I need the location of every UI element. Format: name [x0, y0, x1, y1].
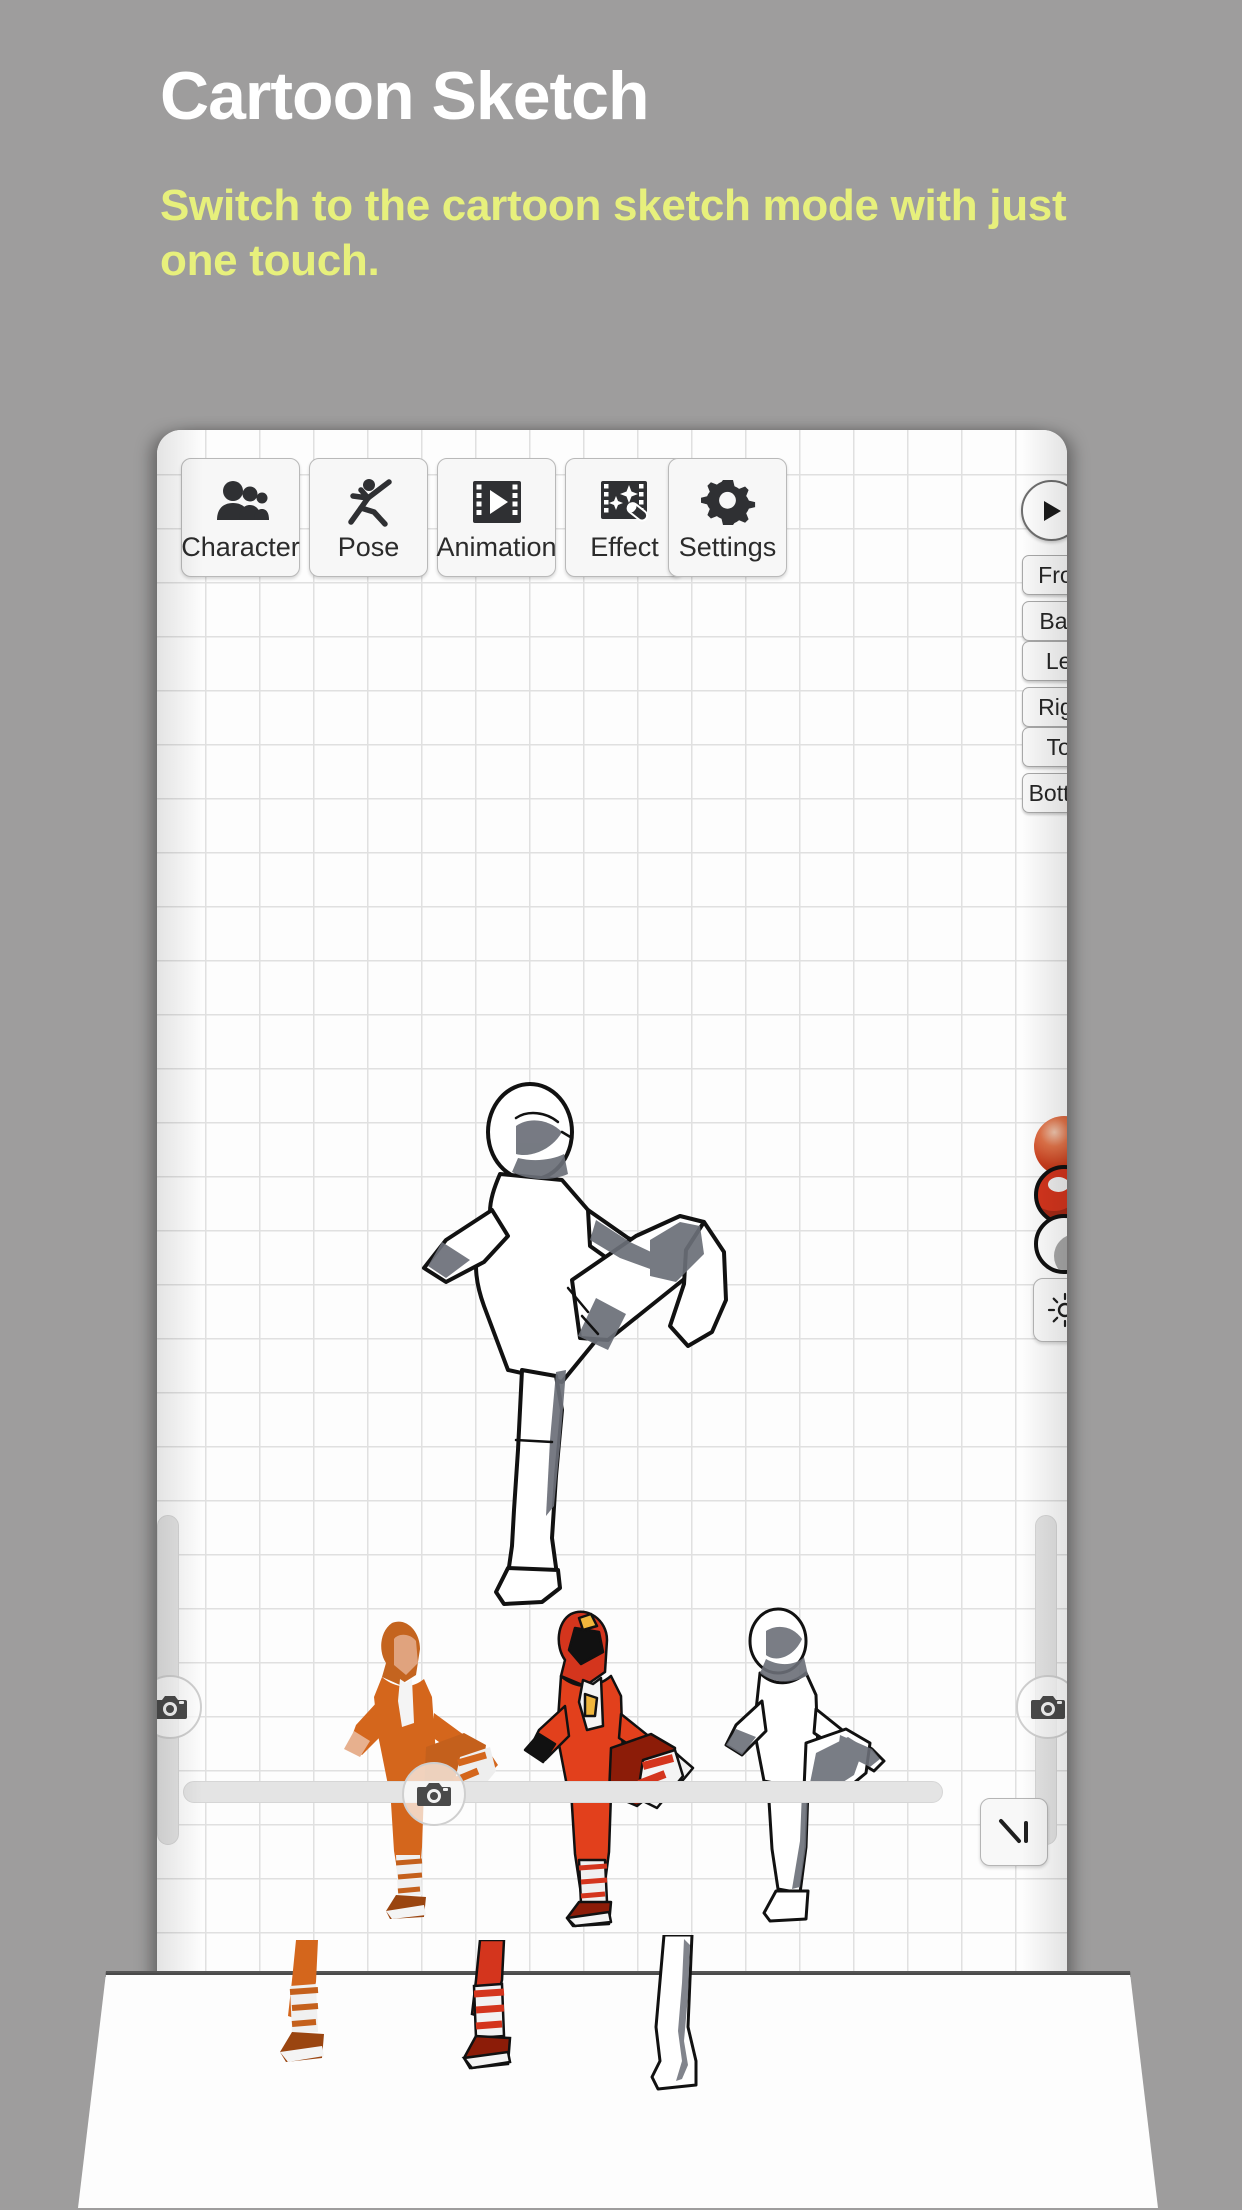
film-play-icon — [472, 481, 521, 523]
toolbar-button-animation[interactable]: Animation — [436, 458, 557, 577]
app-screen: Character Pose Animation Effect Settings… — [157, 430, 1067, 2025]
film-sparkle-wand-icon — [600, 481, 648, 522]
page-title: Cartoon Sketch — [160, 58, 650, 134]
view-button-left[interactable]: Left — [1022, 641, 1067, 681]
toolbar-label-settings: Settings — [678, 532, 777, 562]
measure-tool-icon — [999, 1819, 1028, 1843]
bottom-horizontal-slider[interactable] — [183, 1781, 943, 1803]
toolbar-button-effect[interactable]: Effect — [565, 458, 684, 577]
camera-icon — [417, 1783, 451, 1806]
view-button-front[interactable]: Front — [1022, 555, 1067, 595]
bottom-camera-button[interactable] — [402, 1762, 466, 1826]
view-button-top[interactable]: Top — [1022, 727, 1067, 767]
toolbar-label-animation: Animation — [436, 532, 557, 562]
measure-tool-button[interactable] — [980, 1798, 1048, 1866]
view-group-front-back: Front Back — [1022, 555, 1067, 641]
right-vertical-slider[interactable] — [1016, 1515, 1067, 1845]
people-icon — [216, 481, 269, 520]
toolbar-button-pose[interactable]: Pose — [309, 458, 428, 577]
view-group-left-right: Left Right — [1022, 641, 1067, 727]
view-button-right[interactable]: Right — [1022, 687, 1067, 727]
figure-standing-leg-red — [461, 1940, 512, 2070]
camera-icon — [157, 1696, 187, 1719]
sun-brightness-icon — [1047, 1292, 1067, 1328]
brightness-button[interactable] — [1033, 1278, 1067, 1342]
toolbar-button-settings[interactable]: Settings — [668, 458, 787, 577]
gear-icon — [700, 480, 755, 525]
figure-standing-leg-orange — [280, 1940, 324, 2062]
main-toolbar: Character Pose Animation Effect — [181, 458, 684, 577]
toolbar-label-pose: Pose — [337, 532, 400, 562]
toolbar-label-effect: Effect — [590, 532, 659, 562]
view-group-top-bottom: Top Bottom — [1022, 727, 1067, 813]
toolbar-button-character[interactable]: Character — [181, 458, 300, 577]
play-icon — [1043, 500, 1061, 521]
pose-figure-icon — [347, 479, 392, 527]
page-subtitle: Switch to the cartoon sketch mode with j… — [160, 181, 1067, 285]
view-button-bottom[interactable]: Bottom — [1022, 773, 1067, 813]
toolbar-label-character: Character — [181, 532, 300, 562]
figure-standing-leg-sketch — [650, 1935, 698, 2091]
view-button-back[interactable]: Back — [1022, 601, 1067, 641]
promo-header: Cartoon Sketch Switch to the cartoon ske… — [0, 0, 1242, 300]
left-vertical-slider[interactable] — [157, 1515, 202, 1845]
camera-icon — [1031, 1696, 1065, 1719]
